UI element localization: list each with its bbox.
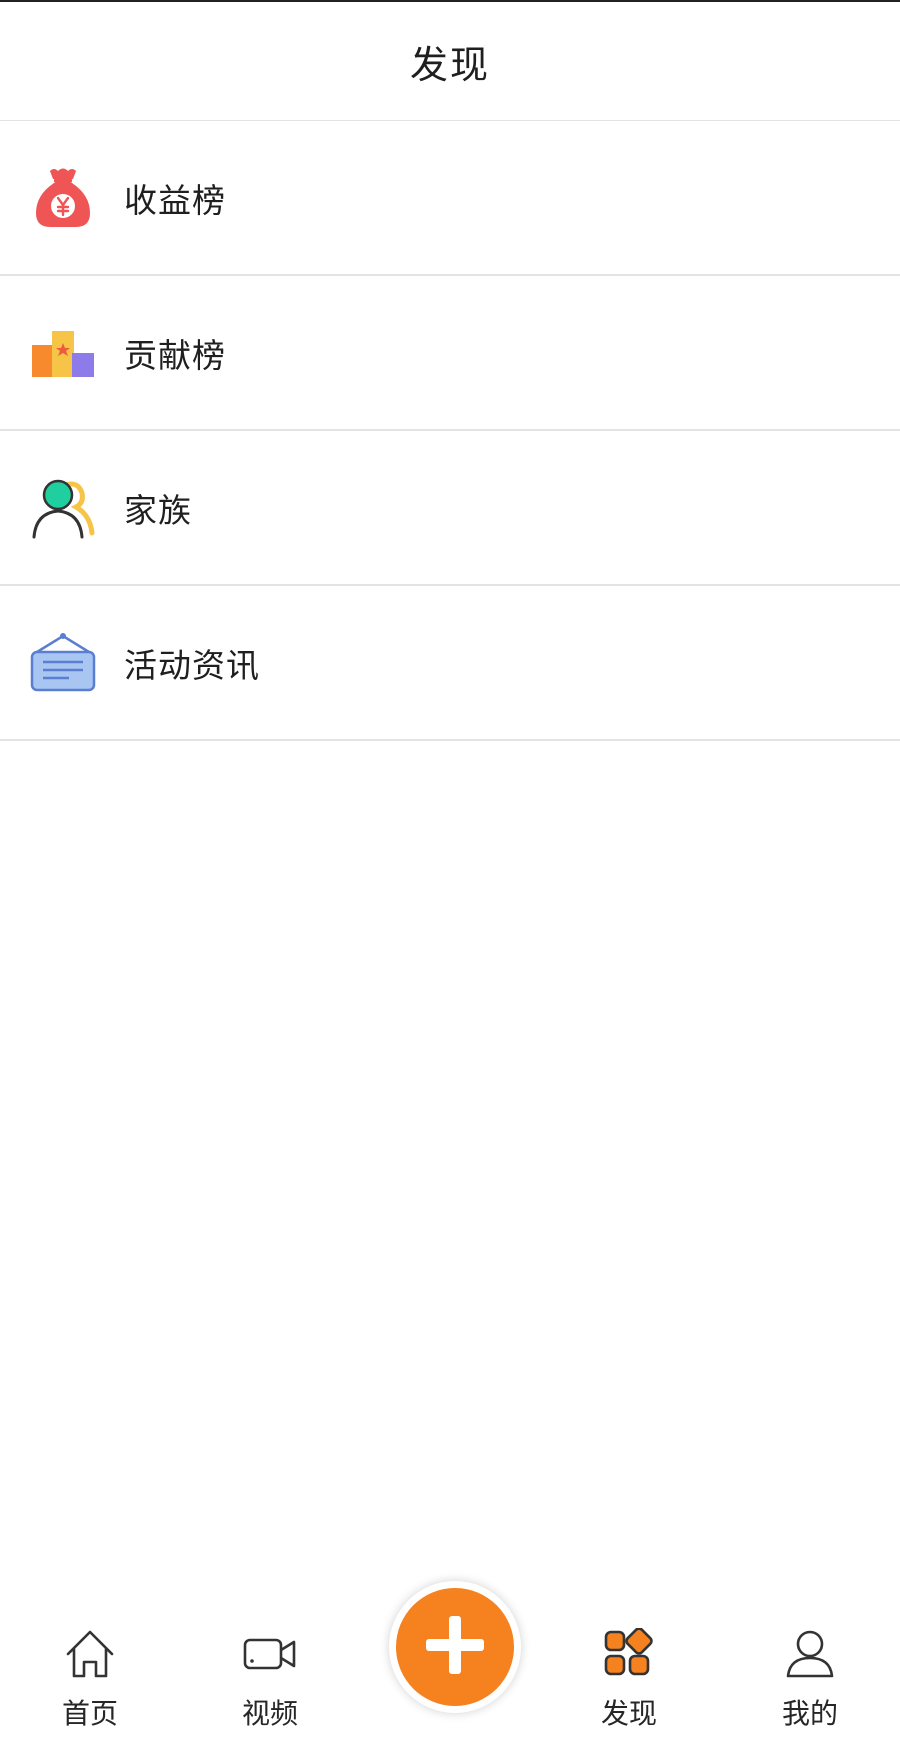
tab-label: 我的: [781, 1697, 838, 1730]
tab-label: 首页: [61, 1697, 118, 1730]
list-item-label: 活动资讯: [124, 645, 260, 685]
tab-video[interactable]: 视频: [210, 1626, 330, 1732]
list-item-label: 收益榜: [124, 180, 226, 220]
money-bag-icon: [28, 163, 98, 233]
list-item-label: 贡献榜: [124, 335, 226, 375]
publish-button-fill: [396, 1588, 514, 1706]
video-camera-icon: [242, 1626, 298, 1682]
list-item-activity-news[interactable]: 活动资讯: [0, 586, 900, 741]
publish-button[interactable]: [389, 1581, 521, 1713]
tab-mine[interactable]: 我的: [750, 1626, 870, 1732]
tab-label: 视频: [241, 1697, 298, 1730]
list-item-family[interactable]: 家族: [0, 431, 900, 586]
tab-label: 发现: [600, 1697, 657, 1730]
podium-icon: [28, 318, 98, 388]
discover-list: 收益榜 贡献榜 家族 活动资讯: [0, 121, 900, 741]
list-item-income-rank[interactable]: 收益榜: [0, 121, 900, 276]
person-icon: [782, 1626, 838, 1682]
page-header: 发现: [0, 2, 900, 121]
home-icon: [62, 1626, 118, 1682]
page-title: 发现: [409, 42, 490, 87]
list-item-contribution-rank[interactable]: 贡献榜: [0, 276, 900, 431]
discover-screen: 发现 收益榜 贡献榜 家族 活动资讯 首页 视频 发现 我的: [0, 0, 900, 1741]
notice-board-icon: [28, 628, 98, 698]
plus-icon: [420, 1610, 490, 1684]
tab-home[interactable]: 首页: [30, 1626, 150, 1732]
list-item-label: 家族: [124, 490, 192, 530]
family-icon: [28, 473, 98, 543]
tab-discover[interactable]: 发现: [569, 1626, 689, 1732]
discover-grid-icon: [601, 1626, 657, 1682]
